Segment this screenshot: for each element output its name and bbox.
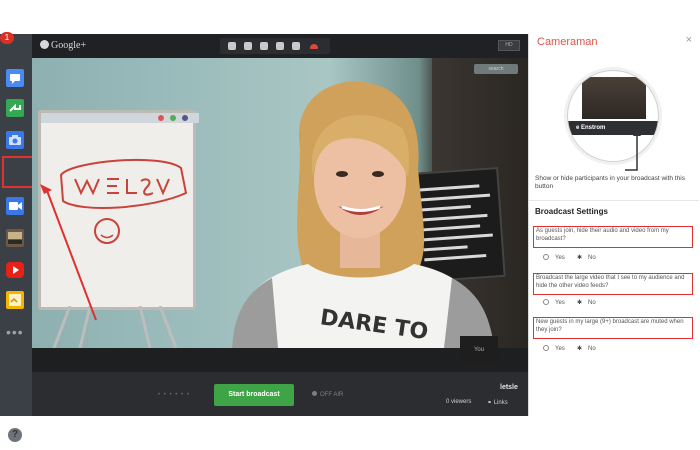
whiteboard-image <box>38 110 199 310</box>
window-size-button[interactable]: HD <box>498 40 520 51</box>
cameraman-app-icon[interactable] <box>5 196 25 216</box>
no-radio-3[interactable]: ✱ No <box>577 345 596 352</box>
google-plus-logo: Google+ <box>40 40 86 51</box>
screenshare-app-icon[interactable] <box>5 98 25 118</box>
help-icon[interactable]: ? <box>8 428 22 442</box>
status-dots: • • • • • • <box>158 392 190 398</box>
hint-text: Show or hide participants in your broadc… <box>535 175 685 190</box>
whiteboard-stand <box>52 306 178 348</box>
mute-mic-icon[interactable] <box>244 42 252 50</box>
panel-title: Cameraman <box>537 36 598 48</box>
presenter-video: DARE TO <box>232 81 494 348</box>
self-view-thumbnail[interactable]: You <box>460 336 498 364</box>
capture-app-icon[interactable] <box>5 130 25 150</box>
setting-question-3: New guests in my large (9+) broadcast ar… <box>533 317 693 339</box>
setting-question-2: Broadcast the large video that I see to … <box>533 273 693 295</box>
camera-toggle-icon[interactable] <box>260 42 268 50</box>
top-toolbar: Google+ HD <box>32 34 528 58</box>
hangout-window: ••• ? 1 Google+ HD DARE TO search You • … <box>0 0 700 450</box>
invite-icon[interactable] <box>228 42 236 50</box>
broadcast-title: letsle <box>500 384 518 391</box>
broadcast-settings-heading: Broadcast Settings <box>535 207 608 216</box>
links-button[interactable]: ⚭ Links <box>487 399 508 406</box>
cameraman-panel: Cameraman × e Enstrom Show or hide parti… <box>528 34 699 416</box>
lower-third-app-icon[interactable] <box>5 228 25 248</box>
yes-radio-1[interactable]: Yes <box>543 254 565 261</box>
chat-app-icon[interactable] <box>5 68 25 88</box>
main-video: DARE TO search <box>32 58 528 348</box>
no-radio-1[interactable]: ✱ No <box>577 254 596 261</box>
link-icon: ⚭ <box>487 400 494 406</box>
settings-icon[interactable] <box>292 42 300 50</box>
apps-sidebar: ••• ? <box>0 34 32 442</box>
highlight-box-cameraman <box>2 156 34 188</box>
yes-radio-3[interactable]: Yes <box>543 345 565 352</box>
setting-question-1: As guests join, hide their audio and vid… <box>533 226 693 248</box>
close-icon[interactable]: × <box>686 34 692 46</box>
off-air-status: OFF AIR <box>312 391 343 398</box>
viewer-count: 0 viewers <box>446 399 472 405</box>
search-field[interactable]: search <box>474 64 518 74</box>
preview-face <box>582 77 646 119</box>
divider <box>529 200 699 201</box>
start-broadcast-button[interactable]: Start broadcast <box>214 384 294 406</box>
hint-arrow-icon <box>625 129 641 171</box>
hang-up-icon[interactable] <box>310 44 318 49</box>
more-apps-button[interactable]: ••• <box>6 324 24 340</box>
participant-filmstrip <box>32 348 528 372</box>
notes-app-icon[interactable] <box>5 290 25 310</box>
call-controls <box>220 38 330 54</box>
notification-badge: 1 <box>0 32 14 44</box>
broadcast-bar: • • • • • • Start broadcast OFF AIR lets… <box>32 372 528 416</box>
bandwidth-icon[interactable] <box>276 42 284 50</box>
no-radio-2[interactable]: ✱ No <box>577 299 596 306</box>
yes-radio-2[interactable]: Yes <box>543 299 565 306</box>
youtube-app-icon[interactable] <box>5 260 25 280</box>
